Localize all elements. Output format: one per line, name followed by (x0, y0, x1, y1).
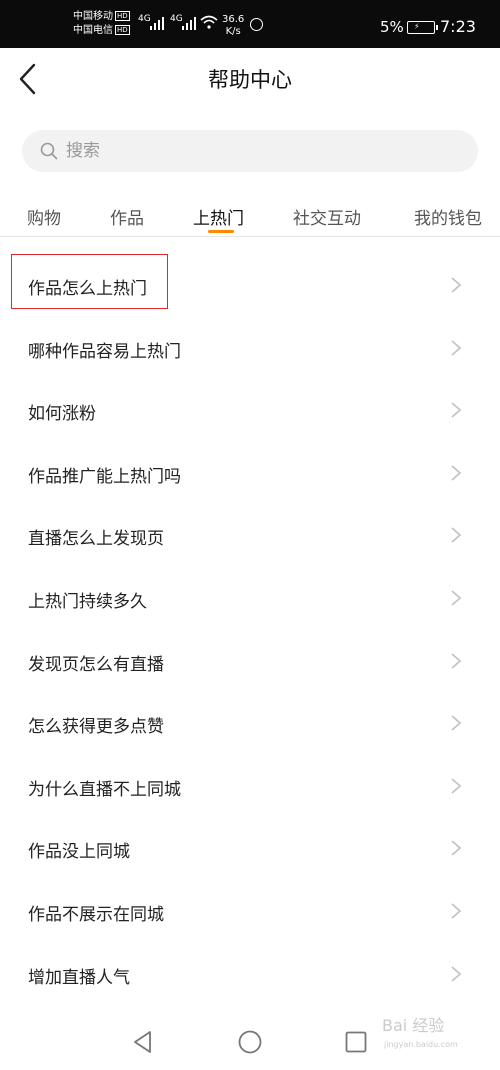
chevron-right-icon (451, 590, 462, 606)
network-type: 4G (138, 14, 151, 24)
face-icon (250, 18, 263, 31)
battery-icon: ⚡ (407, 21, 438, 34)
status-bar: 中国移动 HD 中国电信 HD 4G 4G 36.6 K/s 5% ⚡ 7:23 (0, 0, 500, 48)
active-tab-indicator (208, 230, 234, 233)
faq-list: 作品怎么上热门 哪种作品容易上热门 如何涨粉 作品推广能上热门吗 直播怎么上发现… (0, 254, 500, 1005)
list-item[interactable]: 为什么直播不上同城 (0, 755, 500, 818)
list-item[interactable]: 增加直播人气 (0, 943, 500, 1006)
chevron-right-icon (451, 965, 462, 982)
hd-badge: HD (115, 25, 130, 35)
list-item[interactable]: 哪种作品容易上热门 (0, 317, 500, 380)
category-tabs: 购物 作品 上热门 社交互动 我的钱包 (0, 190, 500, 237)
watermark: Bai 经验 jingyan.baidu.com (382, 1016, 458, 1049)
list-item[interactable]: 发现页怎么有直播 (0, 630, 500, 693)
app-header: 帮助中心 (0, 48, 500, 110)
list-item[interactable]: 作品不展示在同城 (0, 880, 500, 943)
tab-works[interactable]: 作品 (110, 204, 144, 229)
hd-badge: HD (115, 11, 130, 21)
chevron-right-icon (451, 465, 462, 481)
chevron-right-icon (451, 652, 462, 669)
carrier-1: 中国移动 (73, 11, 113, 22)
chevron-right-icon (451, 339, 462, 356)
chevron-right-icon (451, 778, 462, 794)
list-item[interactable]: 直播怎么上发现页 (0, 504, 500, 567)
list-item[interactable]: 作品没上同城 (0, 817, 500, 880)
highlight-box (11, 254, 168, 309)
page-title: 帮助中心 (208, 68, 292, 92)
carrier-info: 中国移动 HD 中国电信 HD (73, 10, 130, 38)
search-input[interactable] (66, 130, 446, 172)
search-icon (40, 142, 58, 160)
list-item[interactable]: 如何涨粉 (0, 379, 500, 442)
list-item[interactable]: 作品推广能上热门吗 (0, 442, 500, 505)
network-speed: 36.6 K/s (222, 14, 245, 37)
carrier-2: 中国电信 (73, 25, 113, 36)
signal-icon (150, 16, 166, 30)
tab-social[interactable]: 社交互动 (293, 204, 361, 229)
list-item[interactable]: 怎么获得更多点赞 (0, 692, 500, 755)
clock: 7:23 (440, 17, 476, 36)
chevron-right-icon (451, 402, 462, 418)
chevron-right-icon (451, 715, 462, 731)
square-recents-icon[interactable] (343, 1029, 369, 1055)
circle-home-icon[interactable] (237, 1029, 263, 1055)
chevron-right-icon (451, 277, 462, 293)
wifi-icon (200, 15, 218, 29)
tab-shopping[interactable]: 购物 (27, 204, 61, 229)
triangle-back-icon[interactable] (130, 1029, 156, 1055)
chevron-right-icon (451, 903, 462, 919)
chevron-right-icon (451, 840, 462, 857)
signal-icon (182, 16, 198, 30)
tab-wallet[interactable]: 我的钱包 (414, 204, 482, 229)
search-bar[interactable] (22, 130, 478, 172)
list-item[interactable]: 上热门持续多久 (0, 567, 500, 630)
network-type: 4G (170, 14, 183, 24)
tab-trending[interactable]: 上热门 (193, 204, 244, 229)
chevron-right-icon (451, 527, 462, 544)
battery-percent: 5% (380, 18, 404, 36)
